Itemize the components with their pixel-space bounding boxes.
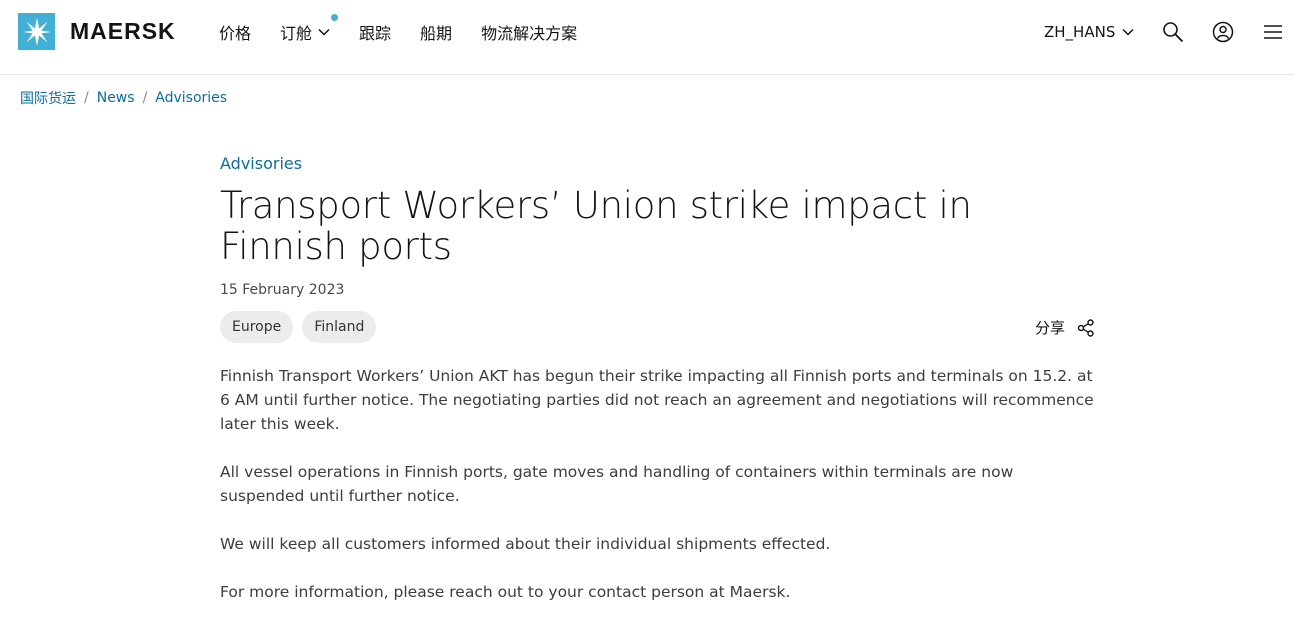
chevron-down-icon [1122, 28, 1134, 36]
nav-label: 价格 [219, 24, 252, 43]
article: Advisories Transport Workers’ Union stri… [220, 154, 1100, 617]
breadcrumb-item-international-freight[interactable]: 国际货运 [20, 88, 76, 108]
language-label: ZH_HANS [1044, 23, 1116, 41]
article-paragraph: Finnish Transport Workers’ Union AKT has… [220, 367, 1094, 433]
nav-label: 物流解决方案 [481, 24, 578, 43]
nav-item-tracking[interactable]: 跟踪 [359, 20, 391, 44]
share-label: 分享 [1034, 319, 1065, 337]
breadcrumb-separator: / [142, 90, 148, 106]
share-icon [1077, 318, 1095, 337]
nav-label: 船期 [420, 24, 453, 43]
article-paragraph: All vessel operations in Finnish ports, … [220, 463, 1014, 505]
share-button[interactable]: 分享 [1035, 317, 1095, 338]
star-icon [18, 13, 55, 50]
notification-dot [331, 14, 339, 21]
breadcrumb-separator: / [84, 90, 89, 106]
menu-icon[interactable] [1261, 20, 1285, 44]
maersk-logo[interactable]: MAERSK [18, 13, 176, 50]
article-paragraph: For more information, please reach out t… [220, 583, 791, 601]
breadcrumb-item-advisories[interactable]: Advisories [155, 90, 227, 106]
nav-label: 跟踪 [359, 24, 392, 43]
main-nav: 价格 订舱 跟踪 船期 物流解决方案 [219, 0, 606, 64]
nav-item-schedules[interactable]: 船期 [420, 20, 452, 44]
chevron-down-icon [318, 28, 330, 36]
nav-item-booking[interactable]: 订舱 [280, 14, 339, 44]
nav-item-logistics-solutions[interactable]: 物流解决方案 [481, 20, 577, 44]
breadcrumb: 国际货运 / News / Advisories [20, 88, 227, 108]
tag-europe[interactable]: Europe [220, 311, 294, 343]
breadcrumb-item-news[interactable]: News [97, 90, 135, 106]
article-title: Transport Workers’ Union strike impact i… [220, 184, 972, 268]
article-body: Finnish Transport Workers’ Union AKT has… [220, 364, 1100, 604]
article-date: 15 February 2023 [220, 282, 345, 298]
tags-row: Europe Finland 分享 [220, 311, 1100, 345]
user-icon[interactable] [1211, 20, 1235, 44]
tag-finland[interactable]: Finland [302, 311, 377, 343]
nav-item-pricing[interactable]: 价格 [219, 20, 251, 44]
article-category[interactable]: Advisories [220, 154, 302, 173]
language-selector[interactable]: ZH_HANS [1044, 0, 1134, 64]
article-paragraph: We will keep all customers informed abou… [220, 535, 831, 553]
search-icon[interactable] [1161, 20, 1185, 44]
site-header: MAERSK 价格 订舱 跟踪 船期 物流解决方案 ZH_HANS [0, 0, 1294, 75]
brand-name: MAERSK [70, 18, 176, 44]
nav-label: 订舱 [280, 24, 313, 43]
